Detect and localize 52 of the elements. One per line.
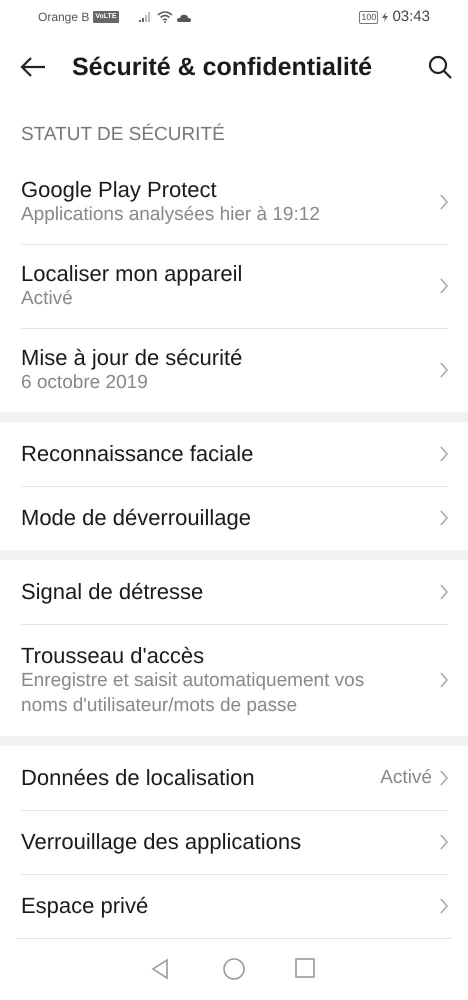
search-icon: [428, 55, 452, 79]
circle-icon: [223, 958, 245, 980]
signal-icon: [138, 12, 153, 22]
settings-item[interactable]: Reconnaissance faciale: [0, 422, 468, 486]
chevron-icon: [440, 898, 448, 914]
section-heading: STATUT DE SÉCURITÉ: [20, 122, 226, 147]
item-subtitle: Applications analysées hier à 19:12: [21, 203, 321, 228]
chevron-icon: [440, 278, 448, 294]
item-title: Localiser mon appareil: [21, 260, 244, 288]
carrier-name: Orange B: [38, 9, 90, 26]
cloud-icon: [176, 12, 191, 22]
item-title: Signal de détresse: [21, 578, 204, 606]
item-title: Données de localisation: [21, 764, 256, 792]
chevron-icon: [440, 584, 448, 600]
item-title: Reconnaissance faciale: [21, 440, 254, 468]
item-value: Activé: [380, 766, 432, 790]
search-button[interactable]: [428, 55, 452, 79]
item-subtitle: Enregistre et saisit automatiquement vos noms d'utilisateur/mots de passe: [21, 669, 366, 718]
recents-nav-button[interactable]: [295, 958, 317, 980]
home-nav-button[interactable]: [223, 958, 245, 980]
settings-item[interactable]: Signal de détresse: [0, 560, 468, 624]
item-subtitle: Activé: [21, 287, 74, 312]
item-title: Trousseau d'accès: [21, 642, 206, 670]
settings-item[interactable]: Verrouillage des applications: [0, 810, 468, 874]
settings-item[interactable]: Mode de déverrouillage: [0, 486, 468, 550]
page-title: Sécurité & confidentialité: [72, 52, 372, 82]
settings-item[interactable]: Données de localisation Activé: [0, 746, 468, 810]
battery-level: 100: [359, 10, 378, 24]
item-title: Espace privé: [21, 892, 150, 920]
chevron-icon: [440, 770, 448, 786]
wifi-icon: [156, 11, 173, 23]
item-title: Google Play Protect: [21, 176, 218, 204]
clock-time: 03:43: [392, 6, 430, 27]
square-icon: [295, 958, 317, 980]
chevron-icon: [440, 510, 448, 526]
item-title: Verrouillage des applications: [21, 828, 302, 856]
settings-item[interactable]: Google Play Protect Applications analysées hier à 19:12: [0, 160, 468, 244]
settings-item[interactable]: Espace privé: [0, 874, 468, 938]
chevron-icon: [440, 362, 448, 378]
settings-item[interactable]: Mise à jour de sécurité 6 octobre 2019: [0, 328, 468, 412]
settings-item[interactable]: Trousseau d'accès Enregistre et saisit automatiquement vos noms d'utilisateur/mots de passe: [0, 624, 468, 736]
item-title: Mise à jour de sécurité: [21, 344, 244, 372]
item-title: Mode de déverrouillage: [21, 504, 252, 532]
back-button[interactable]: [20, 56, 46, 78]
chevron-icon: [440, 672, 448, 688]
item-subtitle: 6 octobre 2019: [21, 371, 149, 396]
back-arrow-icon: [20, 56, 46, 78]
charging-icon: [382, 12, 388, 22]
chevron-icon: [440, 834, 448, 850]
settings-item[interactable]: Localiser mon appareil Activé: [0, 244, 468, 328]
chevron-icon: [440, 446, 448, 462]
chevron-icon: [440, 194, 448, 210]
